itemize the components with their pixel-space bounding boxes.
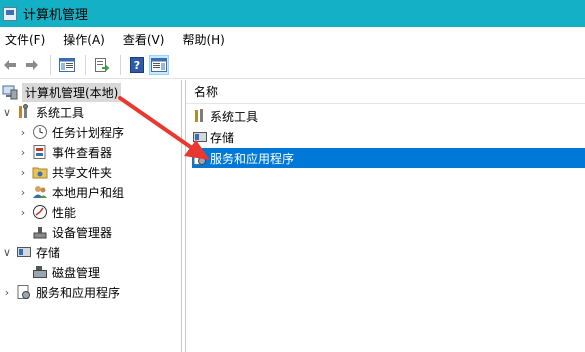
toolbar-separator (85, 54, 86, 75)
tree-item-root[interactable]: 计算机管理(本地) (2, 82, 122, 102)
list-item-label: 存储 (210, 130, 235, 145)
toolbar-separator (120, 54, 121, 75)
list-item-services-apps[interactable]: 服务和应用程序 (192, 148, 585, 168)
chevron-right-icon[interactable]: › (2, 282, 12, 302)
tree-item-label: 服务和应用程序 (36, 285, 121, 300)
tools-icon (16, 104, 32, 120)
forward-arrow-icon[interactable] (22, 55, 42, 75)
menu-action[interactable]: 操作(A) (59, 31, 109, 48)
title-bar: 计算机管理 (0, 0, 585, 27)
menu-help[interactable]: 帮助(H) (178, 31, 228, 48)
list-item-system-tools[interactable]: 系统工具 (192, 106, 258, 126)
tree-item-performance[interactable]: › 性能 (18, 202, 76, 222)
tree-item-label: 任务计划程序 (52, 125, 125, 140)
export-list-icon[interactable] (92, 55, 112, 75)
chevron-right-icon[interactable]: › (18, 122, 28, 142)
storage-icon (192, 129, 208, 145)
show-hide-action-pane-icon[interactable] (149, 54, 169, 75)
list-item-storage[interactable]: 存储 (192, 127, 234, 147)
computer-management-icon (3, 6, 17, 21)
tree-item-label: 计算机管理(本地) (22, 82, 122, 102)
tree-item-event-viewer[interactable]: › 事件查看器 (18, 142, 112, 162)
menu-bar: 文件(F) 操作(A) 查看(V) 帮助(H) (0, 27, 585, 51)
clock-icon (32, 124, 48, 140)
shared-folder-icon (32, 164, 48, 180)
computer-management-icon (2, 84, 18, 100)
services-icon (16, 284, 32, 300)
tree-item-label: 性能 (52, 205, 77, 220)
tree-item-local-users[interactable]: › 本地用户和组 (18, 182, 124, 202)
window-title: 计算机管理 (23, 8, 89, 23)
tree-item-services-apps[interactable]: › 服务和应用程序 (2, 282, 120, 302)
chevron-down-icon[interactable]: ∨ (2, 102, 12, 122)
chevron-right-icon[interactable]: › (18, 182, 28, 202)
disk-icon (32, 264, 48, 280)
list-item-label: 系统工具 (210, 109, 259, 124)
menu-view[interactable]: 查看(V) (119, 31, 169, 48)
chevron-right-icon[interactable]: › (18, 142, 28, 162)
tree-item-label: 存储 (36, 245, 61, 260)
tree-item-label: 设备管理器 (52, 225, 113, 240)
svg-text:?: ? (134, 59, 140, 72)
menu-file[interactable]: 文件(F) (1, 31, 49, 48)
tools-icon (192, 108, 208, 124)
storage-icon (16, 244, 32, 260)
result-pane: 名称 系统工具 存储 服务和应用程序 (185, 80, 585, 352)
toolbar: ? (0, 51, 585, 79)
tree-item-label: 系统工具 (36, 105, 85, 120)
list-item-label: 服务和应用程序 (210, 151, 295, 166)
tree-item-shared-folders[interactable]: › 共享文件夹 (18, 162, 112, 182)
tree-item-system-tools[interactable]: ∨ 系统工具 (2, 102, 84, 122)
chevron-right-icon[interactable]: › (18, 162, 28, 182)
chevron-right-icon[interactable]: › (18, 202, 28, 222)
performance-icon (32, 204, 48, 220)
device-manager-icon (32, 224, 48, 240)
console-tree: 计算机管理(本地) ∨ 系统工具 › 任务计划程序 › 事件查看器 › 共享文件… (0, 80, 182, 352)
tree-item-device-manager[interactable]: 设备管理器 (32, 222, 112, 242)
toolbar-separator (50, 54, 51, 75)
back-arrow-icon[interactable] (0, 55, 20, 75)
tree-item-storage[interactable]: ∨ 存储 (2, 242, 60, 262)
event-viewer-icon (32, 144, 48, 160)
tree-item-label: 事件查看器 (52, 145, 113, 160)
show-hide-console-tree-icon[interactable] (57, 55, 77, 75)
services-icon (192, 150, 208, 166)
chevron-down-icon[interactable]: ∨ (2, 242, 12, 262)
help-icon[interactable]: ? (127, 55, 147, 75)
column-header-name[interactable]: 名称 (186, 80, 585, 104)
tree-item-label: 共享文件夹 (52, 165, 113, 180)
tree-item-disk-management[interactable]: 磁盘管理 (32, 262, 100, 282)
tree-item-task-scheduler[interactable]: › 任务计划程序 (18, 122, 124, 142)
tree-item-label: 磁盘管理 (52, 265, 101, 280)
users-icon (32, 184, 48, 200)
tree-item-label: 本地用户和组 (52, 185, 125, 200)
